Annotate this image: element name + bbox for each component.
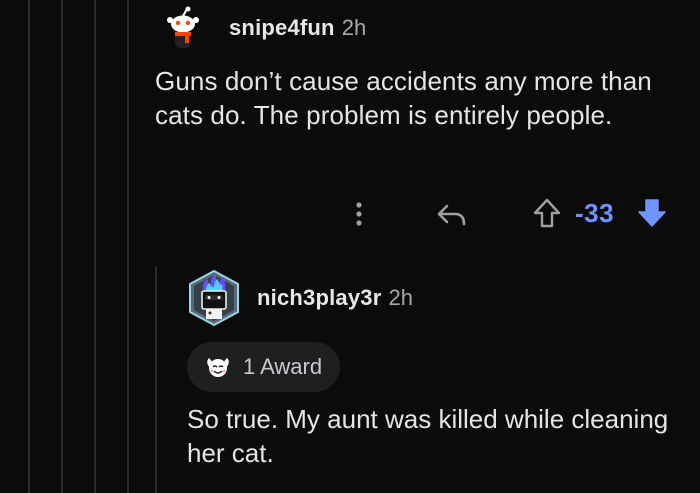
thread-line[interactable] — [61, 0, 63, 493]
reply-arrow-icon — [437, 204, 466, 226]
upvote-button[interactable] — [531, 196, 563, 230]
wholesome-award-icon — [207, 358, 229, 377]
comment-thread: snipe4fun 2h Guns don’t cause accidents … — [0, 0, 700, 493]
thread-line[interactable] — [94, 0, 96, 493]
comment-header: nich3play3r 2h — [185, 268, 413, 328]
upvote-arrow-icon — [533, 198, 561, 228]
comment-actions: -33 — [155, 194, 695, 234]
username[interactable]: snipe4fun — [229, 15, 335, 41]
reply-button[interactable] — [435, 198, 469, 230]
comment-body: Guns don’t cause accidents any more than… — [155, 66, 652, 130]
award-badge[interactable]: 1 Award — [187, 342, 341, 392]
award-label: 1 Award — [243, 354, 323, 379]
username[interactable]: nich3play3r — [257, 285, 381, 311]
thread-line[interactable] — [127, 0, 129, 493]
more-vertical-icon — [356, 202, 362, 226]
downvote-arrow-icon — [638, 199, 666, 227]
comment-body: So true. My aunt was killed while cleani… — [187, 404, 669, 468]
thread-line[interactable] — [155, 266, 157, 493]
thread-line[interactable] — [28, 0, 30, 493]
timestamp: 2h — [341, 15, 367, 40]
comment-header: snipe4fun 2h — [161, 6, 366, 50]
timestamp: 2h — [388, 285, 413, 310]
vote-score: -33 — [575, 198, 615, 228]
snoo-avatar-icon[interactable] — [161, 6, 205, 50]
downvote-button[interactable] — [636, 196, 668, 230]
robot-flame-avatar-icon[interactable] — [185, 269, 243, 327]
more-options-button[interactable] — [353, 198, 365, 230]
